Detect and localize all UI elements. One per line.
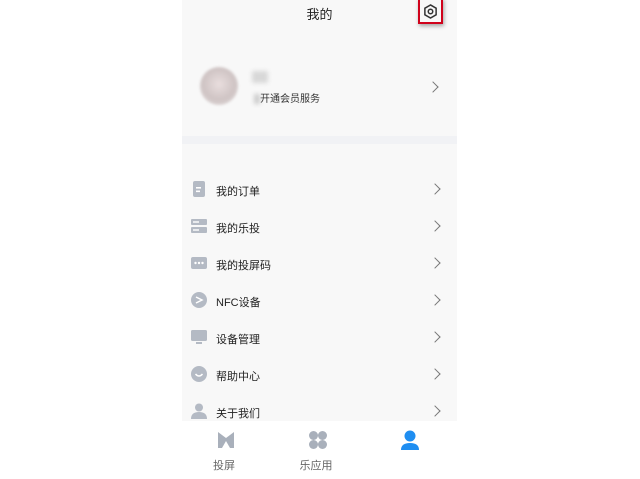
menu-item-label: NFC设备 bbox=[216, 297, 261, 309]
menu-item-label: 我的投屏码 bbox=[216, 260, 271, 272]
vip-service-label: 开通会员服务 bbox=[260, 94, 320, 105]
menu-item-label: 我的订单 bbox=[216, 186, 260, 198]
tab-mine[interactable] bbox=[366, 421, 457, 479]
menu-item-label: 我的乐投 bbox=[216, 223, 260, 235]
chevron-right-icon bbox=[429, 183, 441, 195]
menu-item-letou[interactable]: 我的乐投 bbox=[182, 207, 457, 244]
chevron-right-icon bbox=[427, 81, 439, 93]
mine-screen: 我的 开通会员服务 我的订单 我的乐投 我的投屏码 NFC设备 设备管理 帮助中… bbox=[182, 0, 457, 479]
chevron-right-icon bbox=[429, 294, 441, 306]
menu-item-device-management[interactable]: 设备管理 bbox=[182, 318, 457, 355]
menu-item-help-center[interactable]: 帮助中心 bbox=[182, 355, 457, 392]
section-divider bbox=[182, 136, 457, 144]
cast-icon bbox=[218, 432, 234, 448]
bottom-tab-bar: 投屏 乐应用 bbox=[182, 421, 457, 479]
help-face-icon bbox=[191, 366, 207, 382]
person-icon bbox=[191, 403, 207, 419]
menu-item-nfc[interactable]: NFC设备 bbox=[182, 281, 457, 318]
tab-cast[interactable]: 投屏 bbox=[182, 421, 274, 479]
user-icon bbox=[401, 430, 419, 450]
apps-icon bbox=[309, 431, 327, 449]
chevron-right-icon bbox=[429, 368, 441, 380]
chevron-right-icon bbox=[429, 257, 441, 269]
profile-card[interactable]: 开通会员服务 bbox=[182, 55, 457, 135]
settings-button[interactable] bbox=[418, 0, 443, 24]
monitor-icon bbox=[191, 330, 207, 344]
nfc-icon bbox=[191, 292, 207, 308]
chevron-right-icon bbox=[429, 331, 441, 343]
vip-service-text: 开通会员服务 bbox=[254, 90, 320, 105]
tab-apps[interactable]: 乐应用 bbox=[274, 421, 366, 479]
chevron-right-icon bbox=[429, 220, 441, 232]
blurred-text bbox=[254, 94, 260, 105]
dots-code-icon bbox=[191, 257, 207, 269]
gear-icon bbox=[424, 3, 437, 19]
tab-label: 投屏 bbox=[213, 460, 235, 472]
tab-label: 乐应用 bbox=[299, 460, 333, 472]
menu-item-orders[interactable]: 我的订单 bbox=[182, 170, 457, 207]
menu-item-label: 关于我们 bbox=[216, 408, 260, 420]
order-icon bbox=[193, 181, 205, 197]
avatar[interactable] bbox=[200, 67, 238, 105]
nickname-blurred bbox=[252, 71, 268, 83]
menu-item-cast-code[interactable]: 我的投屏码 bbox=[182, 244, 457, 281]
chevron-right-icon bbox=[429, 405, 441, 417]
menu-item-label: 帮助中心 bbox=[216, 371, 260, 383]
server-icon bbox=[191, 219, 207, 233]
page-title: 我的 bbox=[306, 7, 333, 22]
top-bar: 我的 bbox=[182, 0, 457, 30]
menu-item-label: 设备管理 bbox=[216, 334, 260, 346]
